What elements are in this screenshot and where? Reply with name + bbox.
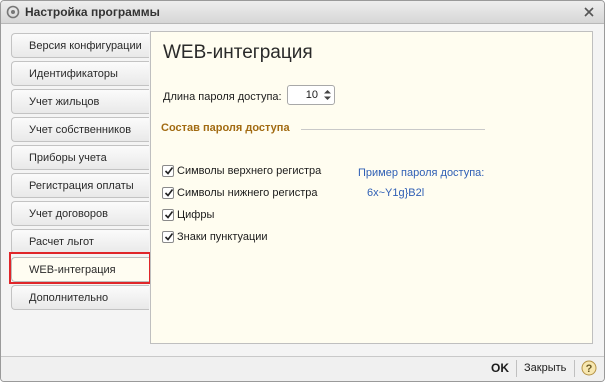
- checkmark-icon: [164, 167, 174, 175]
- checkbox-box[interactable]: [162, 165, 174, 177]
- tab-label: Приборы учета: [29, 152, 107, 164]
- tab-label: Учет жильцов: [29, 96, 100, 108]
- app-icon: [6, 5, 20, 19]
- checkbox-box[interactable]: [162, 209, 174, 221]
- checkbox-box[interactable]: [162, 187, 174, 199]
- tab-label: Регистрация оплаты: [29, 180, 134, 192]
- checkbox-label: Символы верхнего регистра: [177, 165, 322, 177]
- tab-label: Идентификаторы: [29, 68, 118, 80]
- question-icon[interactable]: ?: [581, 360, 597, 376]
- checkbox-label: Цифры: [177, 209, 215, 221]
- tab-contracts[interactable]: Учет договоров: [11, 201, 149, 226]
- content-panel: WEB-интеграция Длина пароля доступа: 10 …: [150, 31, 593, 344]
- close-icon[interactable]: [582, 5, 596, 19]
- tab-identifiers[interactable]: Идентификаторы: [11, 61, 149, 86]
- settings-window: Настройка программы Версия конфигурации …: [0, 0, 605, 382]
- tab-payments[interactable]: Регистрация оплаты: [11, 173, 149, 198]
- checkbox-label: Знаки пунктуации: [177, 231, 268, 243]
- tab-label: Дополнительно: [29, 292, 109, 304]
- tab-version[interactable]: Версия конфигурации: [11, 33, 149, 58]
- example-password-label: Пример пароля доступа:: [358, 167, 485, 179]
- password-length-value[interactable]: 10: [288, 89, 318, 101]
- tab-residents[interactable]: Учет жильцов: [11, 89, 149, 114]
- footer-bar: OK Закрыть ?: [1, 356, 604, 381]
- page-title: WEB-интеграция: [163, 42, 313, 63]
- checkmark-icon: [164, 233, 174, 241]
- window-title: Настройка программы: [25, 5, 160, 19]
- tab-label: Учет собственников: [29, 124, 132, 136]
- ok-button[interactable]: OK: [491, 361, 509, 375]
- highlight-box: [9, 252, 151, 284]
- checkmark-icon: [164, 189, 174, 197]
- example-password-value: 6x~Y1g}B2l: [367, 187, 425, 199]
- password-length-stepper[interactable]: 10: [287, 85, 335, 105]
- checkbox-box[interactable]: [162, 231, 174, 243]
- tab-label: Расчет льгот: [29, 236, 94, 248]
- close-button[interactable]: Закрыть: [524, 362, 566, 374]
- section-divider: [301, 129, 485, 130]
- tab-label: Версия конфигурации: [29, 40, 142, 52]
- tab-benefits[interactable]: Расчет льгот: [11, 229, 149, 254]
- tab-meters[interactable]: Приборы учета: [11, 145, 149, 170]
- svg-text:?: ?: [586, 363, 593, 375]
- section-title: Состав пароля доступа: [161, 122, 290, 134]
- password-length-label: Длина пароля доступа:: [163, 91, 282, 103]
- tab-owners[interactable]: Учет собственников: [11, 117, 149, 142]
- checkmark-icon: [164, 211, 174, 219]
- title-bar: Настройка программы: [1, 1, 604, 24]
- stepper-arrows-icon[interactable]: [323, 88, 332, 102]
- tab-additional[interactable]: Дополнительно: [11, 285, 149, 310]
- checkbox-label: Символы нижнего регистра: [177, 187, 318, 199]
- body-area: Версия конфигурации Идентификаторы Учет …: [1, 24, 604, 357]
- footer-separator: [574, 360, 575, 377]
- footer-separator: [516, 360, 517, 377]
- tab-label: Учет договоров: [29, 208, 108, 220]
